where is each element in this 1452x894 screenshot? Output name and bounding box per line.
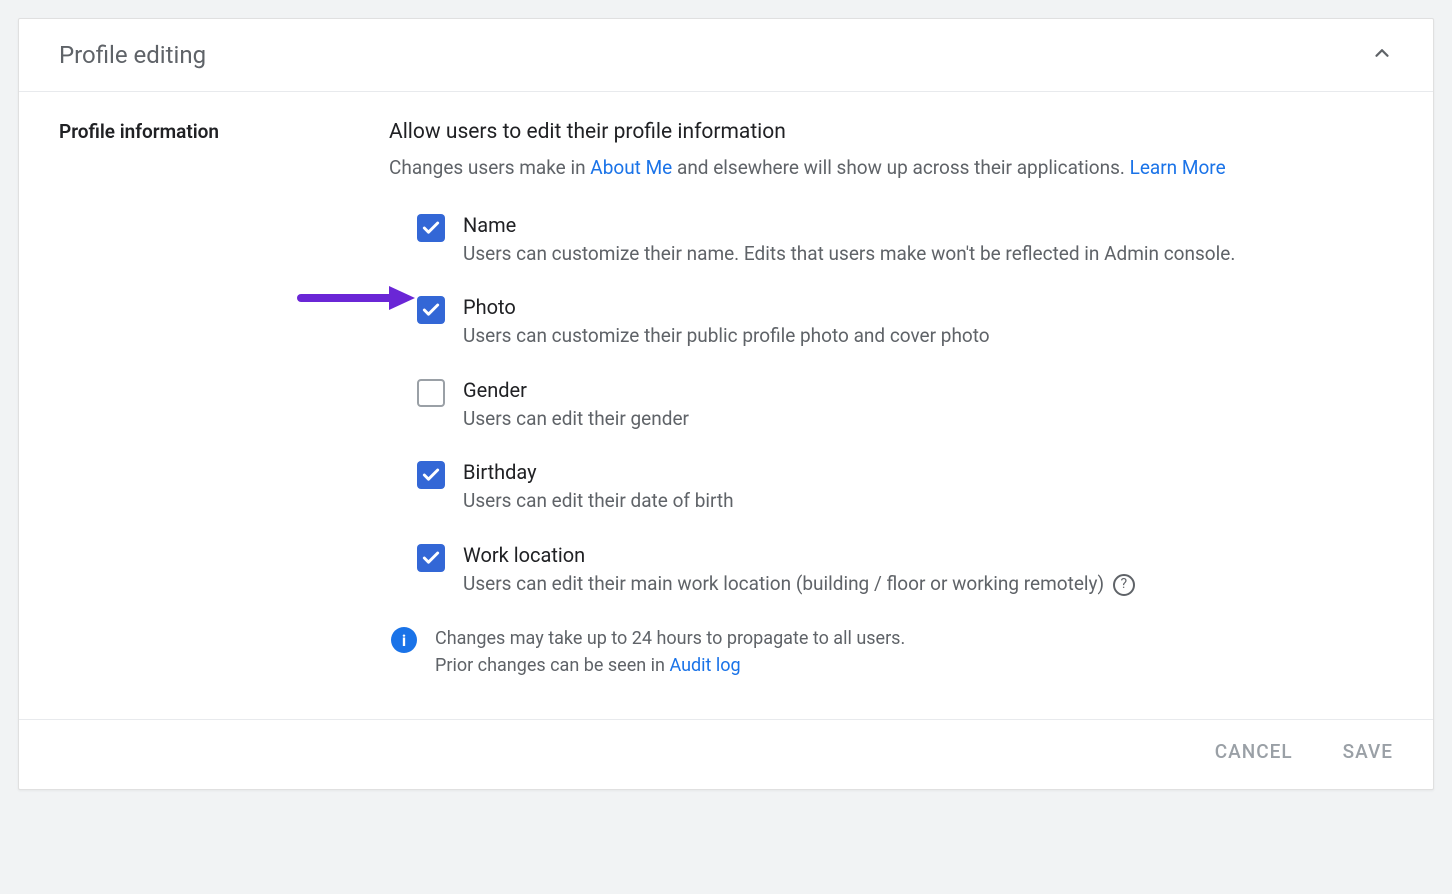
option-description: Users can customize their name. Edits th… bbox=[463, 241, 1393, 268]
card-header: Profile editing bbox=[19, 19, 1433, 92]
audit-log-link[interactable]: Audit log bbox=[669, 655, 740, 676]
option-text: Name Users can customize their name. Edit… bbox=[463, 213, 1393, 268]
option-label: Gender bbox=[463, 378, 1393, 402]
option-text: Photo Users can customize their public pr… bbox=[463, 295, 1393, 350]
info-line2: Prior changes can be seen in Audit log bbox=[435, 652, 905, 679]
cancel-button[interactable]: CANCEL bbox=[1215, 740, 1293, 763]
checkbox-work-location[interactable] bbox=[417, 544, 445, 572]
intro-title: Allow users to edit their profile inform… bbox=[389, 120, 1393, 144]
option-row-name: Name Users can customize their name. Edit… bbox=[389, 213, 1393, 268]
section-label: Profile information bbox=[59, 120, 389, 143]
learn-more-link[interactable]: Learn More bbox=[1130, 156, 1226, 179]
intro-description: Changes users make in About Me and elsew… bbox=[389, 154, 1393, 183]
checkbox-name[interactable] bbox=[417, 214, 445, 242]
profile-editing-card: Profile editing Profile information Allo… bbox=[18, 18, 1434, 790]
collapse-icon[interactable] bbox=[1371, 42, 1393, 68]
option-row-photo: Photo Users can customize their public pr… bbox=[389, 295, 1393, 350]
card-footer: CANCEL SAVE bbox=[19, 719, 1433, 789]
card-title: Profile editing bbox=[59, 41, 206, 69]
left-column: Profile information bbox=[59, 120, 389, 679]
info-line1: Changes may take up to 24 hours to propa… bbox=[435, 625, 905, 652]
option-text: Gender Users can edit their gender bbox=[463, 378, 1393, 433]
option-text: Birthday Users can edit their date of bir… bbox=[463, 460, 1393, 515]
about-me-link[interactable]: About Me bbox=[590, 156, 672, 179]
option-label: Name bbox=[463, 213, 1393, 237]
intro-desc-prefix: Changes users make in bbox=[389, 156, 590, 179]
intro-desc-mid: and elsewhere will show up across their … bbox=[672, 156, 1129, 179]
option-description: Users can edit their date of birth bbox=[463, 488, 1393, 515]
option-description: Users can customize their public profile… bbox=[463, 323, 1393, 350]
option-label: Birthday bbox=[463, 460, 1393, 484]
checkbox-photo[interactable] bbox=[417, 296, 445, 324]
option-label: Work location bbox=[463, 543, 1393, 567]
option-label: Photo bbox=[463, 295, 1393, 319]
option-description: Users can edit their gender bbox=[463, 406, 1393, 433]
info-text: Changes may take up to 24 hours to propa… bbox=[435, 625, 905, 679]
right-column: Allow users to edit their profile inform… bbox=[389, 120, 1393, 679]
save-button[interactable]: SAVE bbox=[1343, 740, 1393, 763]
info-icon: i bbox=[391, 627, 417, 653]
option-row-gender: Gender Users can edit their gender bbox=[389, 378, 1393, 433]
option-text: Work location Users can edit their main w… bbox=[463, 543, 1393, 598]
info-line2-prefix: Prior changes can be seen in bbox=[435, 655, 669, 676]
option-row-birthday: Birthday Users can edit their date of bir… bbox=[389, 460, 1393, 515]
help-icon[interactable]: ? bbox=[1113, 574, 1135, 596]
info-box: i Changes may take up to 24 hours to pro… bbox=[389, 625, 1393, 679]
checkbox-birthday[interactable] bbox=[417, 461, 445, 489]
option-description: Users can edit their main work location … bbox=[463, 571, 1393, 598]
option-row-work-location: Work location Users can edit their main w… bbox=[389, 543, 1393, 598]
card-body: Profile information Allow users to edit … bbox=[19, 92, 1433, 719]
checkbox-gender[interactable] bbox=[417, 379, 445, 407]
